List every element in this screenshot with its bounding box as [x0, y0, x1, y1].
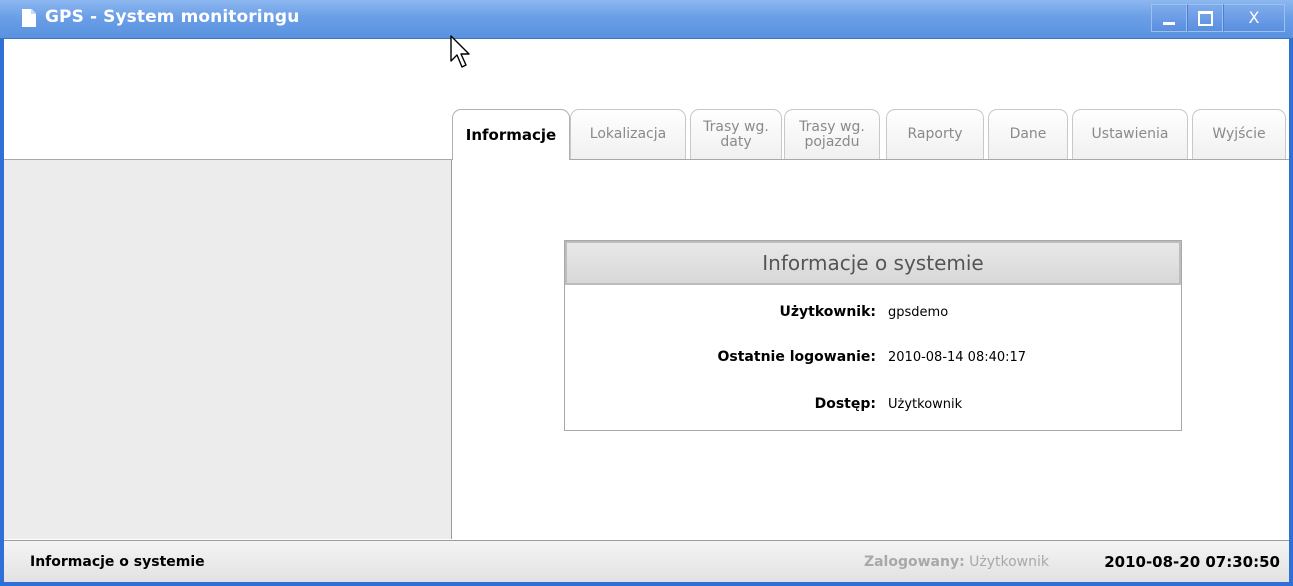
tab-label: Trasy wg. daty [703, 118, 769, 150]
last-login-label: Ostatnie logowanie: [717, 349, 877, 365]
tab-informacje[interactable]: Informacje [452, 109, 570, 160]
mouse-cursor-icon [450, 35, 470, 68]
maximize-button[interactable] [1187, 4, 1223, 32]
user-value: gpsdemo [888, 305, 949, 320]
window-controls: X [1151, 4, 1285, 32]
minimize-button[interactable] [1151, 4, 1187, 32]
tab-label: Trasy wg. pojazdu [799, 118, 865, 150]
document-icon [22, 9, 36, 27]
info-row-access: Dostęp: Użytkownik [565, 396, 1181, 418]
system-info-title: Informacje o systemie [565, 241, 1181, 285]
status-bar: Informacje o systemie Zalogowany: Użytko… [4, 540, 1289, 582]
tab-trasy-wg-daty[interactable]: Trasy wg. daty [690, 109, 782, 159]
access-label: Dostęp: [814, 396, 876, 412]
tab-wyjscie[interactable]: Wyjście [1192, 109, 1286, 159]
logged-value: Użytkownik [969, 554, 1049, 570]
info-row-user: Użytkownik: gpsdemo [565, 304, 1181, 326]
logged-label: Zalogowany: [863, 554, 965, 570]
tab-lokalizacja[interactable]: Lokalizacja [570, 109, 686, 159]
title-bar[interactable]: GPS - System monitoringu X [0, 0, 1293, 39]
status-datetime: 2010-08-20 07:30:50 [1104, 553, 1280, 571]
info-row-last-login: Ostatnie logowanie: 2010-08-14 08:40:17 [565, 349, 1181, 371]
access-value: Użytkownik [888, 397, 963, 412]
sidebar-panel [4, 160, 452, 539]
status-section-title: Informacje o systemie [30, 554, 205, 570]
tab-label: Wyjście [1212, 126, 1266, 142]
tab-dane[interactable]: Dane [988, 109, 1068, 159]
system-info-panel: Informacje o systemie Użytkownik: gpsdem… [564, 240, 1182, 431]
tab-label: Ustawienia [1091, 126, 1169, 142]
user-label: Użytkownik: [779, 304, 877, 320]
tab-raporty[interactable]: Raporty [886, 109, 984, 159]
tab-trasy-wg-pojazdu[interactable]: Trasy wg. pojazdu [784, 109, 880, 159]
tab-label: Lokalizacja [589, 126, 667, 142]
last-login-value: 2010-08-14 08:40:17 [888, 350, 1027, 365]
maximize-icon [1197, 10, 1213, 26]
header-area: Informacje Lokalizacja Trasy wg. daty Tr… [4, 39, 1289, 160]
tab-label: Raporty [907, 126, 963, 142]
window-title: GPS - System monitoringu [45, 7, 300, 27]
tab-label: Dane [1009, 126, 1047, 142]
tab-label: Informacje [465, 125, 557, 144]
tab-ustawienia[interactable]: Ustawienia [1072, 109, 1188, 159]
minimize-icon [1163, 21, 1175, 25]
close-button[interactable]: X [1223, 4, 1285, 32]
close-icon: X [1248, 8, 1260, 27]
logged-in-status: Zalogowany: Użytkownik [864, 554, 1049, 570]
